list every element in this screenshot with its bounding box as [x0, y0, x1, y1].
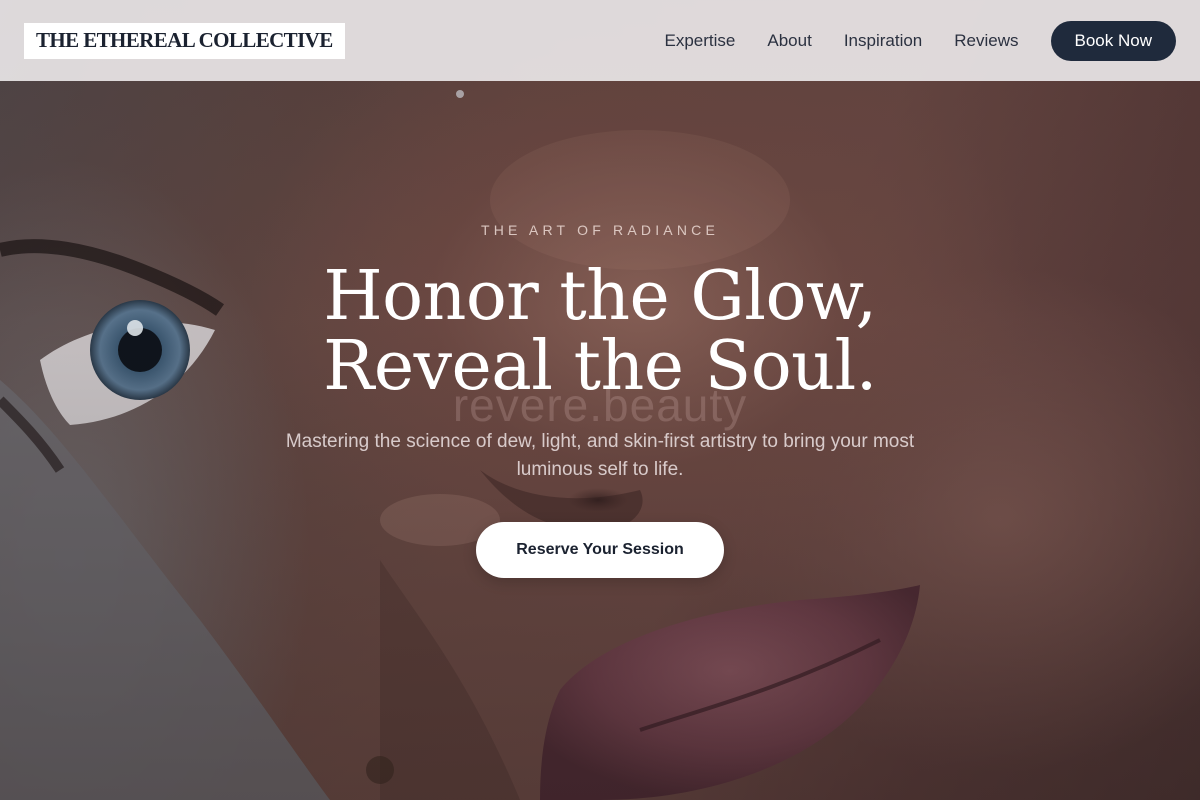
- nav-link-expertise[interactable]: Expertise: [665, 31, 736, 51]
- main-nav: Expertise About Inspiration Reviews Book…: [665, 20, 1176, 61]
- nav-link-reviews[interactable]: Reviews: [954, 31, 1018, 51]
- nav-link-about[interactable]: About: [767, 31, 811, 51]
- site-header: THE ETHEREAL COLLECTIVE Expertise About …: [0, 0, 1200, 81]
- reserve-session-button[interactable]: Reserve Your Session: [476, 522, 724, 578]
- hero-eyebrow: THE ART OF RADIANCE: [481, 222, 719, 238]
- hero-headline-line-2: Reveal the Soul.: [323, 327, 877, 406]
- hero-headline-line-1: Honor the Glow,: [323, 257, 877, 336]
- nav-link-inspiration[interactable]: Inspiration: [844, 31, 922, 51]
- book-now-button[interactable]: Book Now: [1050, 20, 1176, 61]
- page: THE ETHEREAL COLLECTIVE Expertise About …: [0, 0, 1200, 800]
- brand-logo[interactable]: THE ETHEREAL COLLECTIVE: [24, 22, 345, 59]
- hero-subtext: Mastering the science of dew, light, and…: [285, 431, 915, 480]
- hero-headline: Honor the Glow, Reveal the Soul.: [0, 262, 1200, 402]
